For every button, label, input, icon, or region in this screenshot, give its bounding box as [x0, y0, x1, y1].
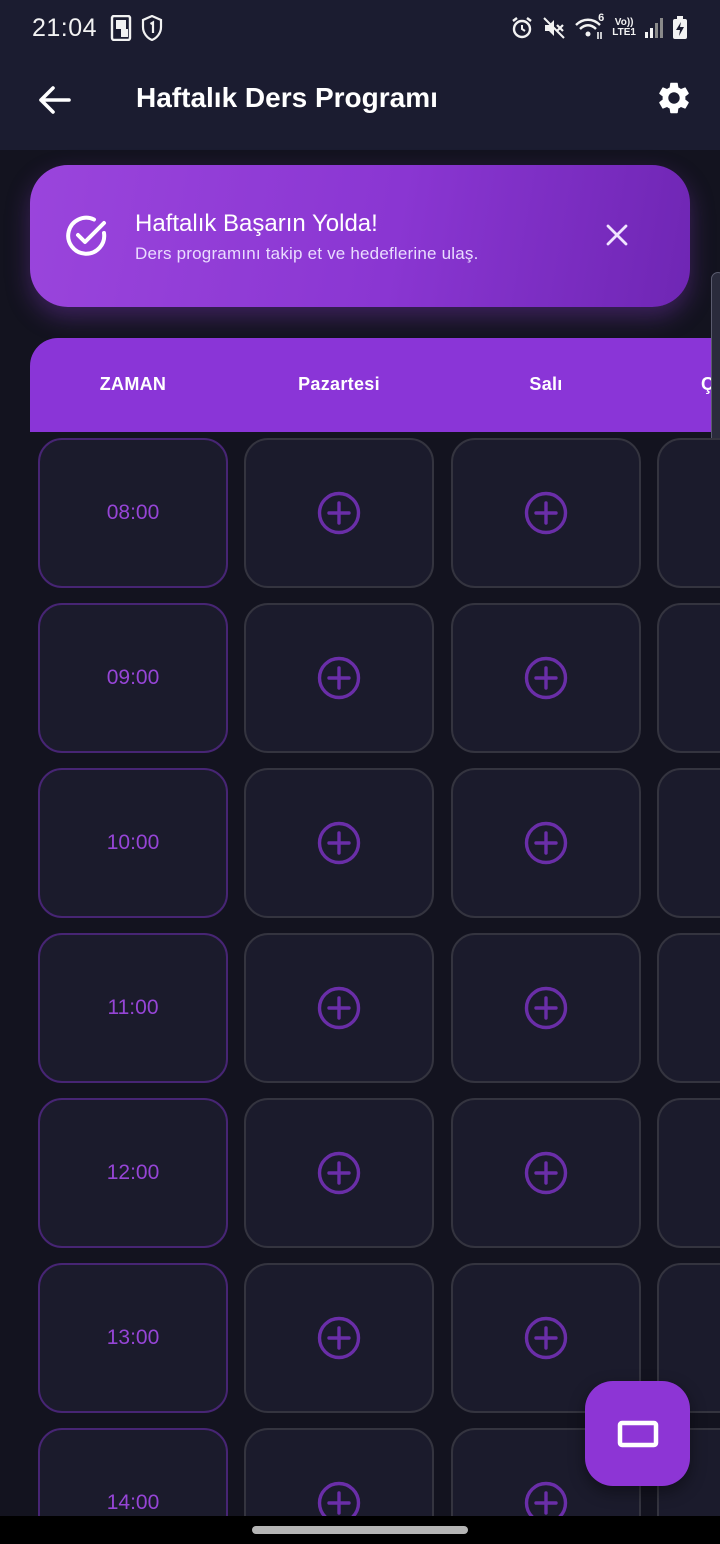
plus-circle-icon — [524, 656, 568, 700]
add-lesson-cell[interactable] — [244, 1428, 434, 1518]
time-slot-cell: 12:00 — [38, 1098, 228, 1248]
alarm-icon — [510, 16, 534, 40]
plus-circle-icon — [317, 1151, 361, 1195]
motivation-banner: Haftalık Başarın Yolda! Ders programını … — [30, 165, 690, 307]
plus-circle-icon — [524, 821, 568, 865]
plus-circle-icon — [317, 656, 361, 700]
time-slot-label: 12:00 — [106, 1161, 160, 1184]
wifi-icon: 6 — [574, 12, 604, 40]
time-slot-cell: 09:00 — [38, 603, 228, 753]
rectangle-icon — [617, 1420, 658, 1447]
add-lesson-cell[interactable] — [657, 768, 720, 918]
status-time: 21:04 — [32, 13, 98, 42]
app-bar: Haftalık Ders Programı — [0, 56, 720, 150]
mute-icon — [542, 16, 566, 40]
check-circle-icon — [66, 215, 107, 256]
add-lesson-cell[interactable] — [244, 1263, 434, 1413]
plus-circle-icon — [524, 1151, 568, 1195]
plus-circle-icon — [317, 491, 361, 535]
gear-icon — [659, 82, 689, 114]
plus-circle-icon — [317, 1316, 361, 1360]
time-slot-label: 11:00 — [107, 996, 159, 1019]
sim-icon — [109, 15, 133, 41]
add-lesson-cell[interactable] — [657, 1098, 720, 1248]
add-lesson-cell[interactable] — [451, 438, 641, 588]
add-lesson-cell[interactable] — [657, 438, 720, 588]
add-lesson-cell[interactable] — [244, 933, 434, 1083]
column-header-wednesday: Ça — [608, 374, 720, 395]
settings-button[interactable] — [652, 76, 696, 120]
arrow-left-icon — [39, 86, 71, 114]
system-nav-bar — [0, 1516, 720, 1544]
column-header-monday: Pazartesi — [298, 374, 380, 394]
plus-circle-icon — [317, 821, 361, 865]
wifi-badge: 6 — [598, 12, 605, 24]
plus-circle-icon — [317, 1481, 361, 1518]
schedule-grid: 08:00 09:00 10:00 11:00 12:00 13:00 14:00 — [0, 438, 720, 1518]
battery-charging-icon — [672, 16, 688, 40]
time-slot-label: 13:00 — [106, 1326, 160, 1349]
signal-icon — [644, 17, 664, 39]
status-bar: 21:04 6 Vo)) LTE1 — [0, 0, 720, 56]
add-lesson-cell[interactable] — [451, 933, 641, 1083]
back-button[interactable] — [32, 78, 76, 122]
add-lesson-cell[interactable] — [244, 1098, 434, 1248]
time-slot-cell: 13:00 — [38, 1263, 228, 1413]
schedule-header: ZAMAN Pazartesi Salı Ça — [30, 338, 720, 432]
add-lesson-cell[interactable] — [244, 768, 434, 918]
time-slot-label: 09:00 — [106, 666, 160, 689]
time-slot-label: 08:00 — [106, 501, 160, 524]
banner-subtitle: Ders programını takip et ve hedeflerine … — [135, 244, 479, 263]
status-left-icons — [109, 15, 163, 41]
time-slot-cell: 14:00 — [38, 1428, 228, 1518]
add-lesson-cell[interactable] — [244, 603, 434, 753]
shield-one-icon — [141, 15, 163, 41]
banner-close-button[interactable] — [598, 216, 636, 254]
column-header-time: ZAMAN — [99, 374, 167, 394]
view-toggle-fab[interactable] — [585, 1381, 690, 1486]
plus-circle-icon — [524, 491, 568, 535]
time-slot-cell: 11:00 — [38, 933, 228, 1083]
status-right-icons: 6 Vo)) LTE1 — [510, 12, 688, 40]
plus-circle-icon — [524, 1481, 568, 1518]
close-icon — [606, 224, 628, 246]
plus-circle-icon — [524, 1316, 568, 1360]
screen: 21:04 6 Vo)) LTE1 Haftalık Ders Programı… — [0, 0, 720, 1544]
add-lesson-cell[interactable] — [657, 603, 720, 753]
page-title: Haftalık Ders Programı — [136, 82, 438, 113]
add-lesson-cell[interactable] — [451, 768, 641, 918]
time-slot-label: 10:00 — [106, 831, 160, 854]
home-gesture-handle[interactable] — [252, 1526, 468, 1534]
add-lesson-cell[interactable] — [244, 438, 434, 588]
network-label: Vo)) LTE1 — [612, 18, 636, 38]
add-lesson-cell[interactable] — [451, 1098, 641, 1248]
time-slot-label: 14:00 — [106, 1491, 160, 1514]
plus-circle-icon — [524, 986, 568, 1030]
add-lesson-cell[interactable] — [451, 603, 641, 753]
time-slot-cell: 10:00 — [38, 768, 228, 918]
network-line2: LTE1 — [612, 27, 636, 38]
plus-circle-icon — [317, 986, 361, 1030]
add-lesson-cell[interactable] — [657, 933, 720, 1083]
time-slot-cell: 08:00 — [38, 438, 228, 588]
banner-title: Haftalık Başarın Yolda! — [135, 210, 378, 237]
